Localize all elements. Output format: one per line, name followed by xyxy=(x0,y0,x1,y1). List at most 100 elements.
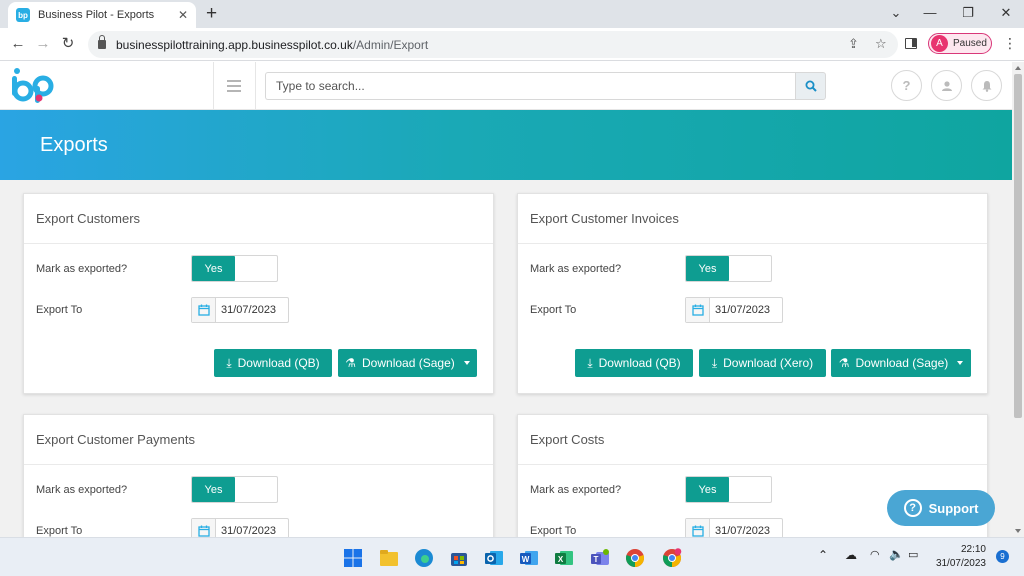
profile-button[interactable]: A Paused xyxy=(928,33,992,54)
calendar-icon[interactable] xyxy=(686,298,710,322)
button-label: Download (Xero) xyxy=(723,356,814,370)
scrollbar-thumb[interactable] xyxy=(1014,74,1022,418)
excel-icon[interactable]: X xyxy=(554,548,574,568)
menu-toggle-icon[interactable] xyxy=(227,80,241,92)
clock-date[interactable]: 31/07/2023 xyxy=(926,558,986,569)
export-customer-invoices-panel: Export Customer Invoices Mark as exporte… xyxy=(517,193,988,394)
mark-exported-label: Mark as exported? xyxy=(36,484,128,496)
export-to-label: Export To xyxy=(530,525,577,537)
calendar-icon[interactable] xyxy=(686,519,710,537)
store-icon[interactable] xyxy=(449,548,469,568)
browser-tab[interactable]: bp Business Pilot - Exports ✕ xyxy=(8,2,196,28)
clock-time[interactable]: 22:10 xyxy=(936,544,986,555)
mark-exported-toggle[interactable]: Yes xyxy=(685,476,772,503)
svg-text:T: T xyxy=(594,555,599,564)
notification-badge[interactable]: 9 xyxy=(996,550,1009,563)
address-bar[interactable]: businesspilottraining.app.businesspilot.… xyxy=(88,31,898,58)
file-explorer-icon[interactable] xyxy=(379,548,399,568)
export-customers-panel: Export Customers Mark as exported? Yes E… xyxy=(23,193,494,394)
calendar-icon[interactable] xyxy=(192,298,216,322)
page-scrollbar[interactable] xyxy=(1012,62,1024,537)
bookmark-star-icon[interactable]: ☆ xyxy=(875,36,887,52)
user-button[interactable] xyxy=(931,70,962,101)
header-divider xyxy=(255,62,256,110)
download-xero-button[interactable]: ⤓ Download (Xero) xyxy=(699,349,826,377)
close-tab-icon[interactable]: ✕ xyxy=(178,8,188,22)
url-path: /Admin/Export xyxy=(352,37,429,52)
download-qb-button[interactable]: ⤓ Download (QB) xyxy=(214,349,332,377)
mark-exported-toggle[interactable]: Yes xyxy=(191,255,278,282)
export-to-date-field[interactable]: 31/07/2023 xyxy=(191,518,289,537)
main-content: Export Customers Mark as exported? Yes E… xyxy=(0,180,1012,537)
button-label: Download (Sage) xyxy=(362,356,455,370)
forward-button[interactable]: → xyxy=(33,34,53,54)
svg-text:W: W xyxy=(522,555,530,564)
minimize-button[interactable]: — xyxy=(918,3,942,23)
tab-search-chevron-icon[interactable]: ⌄ xyxy=(884,3,908,23)
url-host: businesspilottraining.app.businesspilot.… xyxy=(116,37,353,52)
notifications-button[interactable] xyxy=(971,70,1002,101)
restore-button[interactable]: ❐ xyxy=(956,3,980,23)
new-tab-button[interactable]: + xyxy=(206,3,217,25)
caret-down-icon xyxy=(463,361,470,365)
tray-overflow-chevron-icon[interactable]: ⌃ xyxy=(818,548,828,562)
battery-icon[interactable]: ▭ xyxy=(908,548,918,561)
mark-exported-label: Mark as exported? xyxy=(530,484,622,496)
download-sage-button[interactable]: ⚗ Download (Sage) xyxy=(338,349,477,377)
help-button[interactable]: ? xyxy=(891,70,922,101)
share-icon[interactable]: ⇪ xyxy=(848,36,859,52)
caret-down-icon xyxy=(957,361,964,365)
bell-icon xyxy=(982,80,991,92)
scroll-up-arrow-icon[interactable] xyxy=(1015,66,1021,70)
search-icon xyxy=(805,80,817,92)
date-value: 31/07/2023 xyxy=(221,304,277,316)
button-label: Download (QB) xyxy=(237,356,320,370)
support-button[interactable]: ? Support xyxy=(887,490,995,526)
edge-icon[interactable] xyxy=(414,548,434,568)
download-qb-button[interactable]: ⤓ Download (QB) xyxy=(575,349,693,377)
search-button[interactable] xyxy=(795,72,826,100)
word-icon[interactable]: W xyxy=(519,548,539,568)
mark-exported-label: Mark as exported? xyxy=(530,263,622,275)
reload-button[interactable]: ↻ xyxy=(58,34,78,54)
scroll-down-arrow-icon[interactable] xyxy=(1015,529,1021,533)
panel-title: Export Customers xyxy=(36,211,141,226)
windows-taskbar: W X T ⌃ ☁ ◠ 🔈 ▭ 22:10 31/07/2023 xyxy=(0,537,1024,576)
mark-exported-toggle[interactable]: Yes xyxy=(191,476,278,503)
date-value: 31/07/2023 xyxy=(715,304,771,316)
app-header: ? xyxy=(0,62,1012,110)
teams-icon[interactable]: T xyxy=(590,548,610,568)
export-to-label: Export To xyxy=(530,304,577,316)
wifi-icon[interactable]: ◠ xyxy=(870,548,880,561)
browser-toolbar: ← → ↻ businesspilottraining.app.business… xyxy=(0,28,1024,61)
flask-icon: ⚗ xyxy=(838,356,850,370)
date-value: 31/07/2023 xyxy=(221,525,277,537)
business-pilot-logo[interactable] xyxy=(10,68,56,104)
back-button[interactable]: ← xyxy=(8,34,28,54)
export-to-date-field[interactable]: 31/07/2023 xyxy=(685,518,783,537)
button-label: Download (QB) xyxy=(598,356,681,370)
chrome-profile-icon[interactable] xyxy=(662,548,682,568)
lock-icon[interactable] xyxy=(98,35,106,49)
windows-start-icon[interactable] xyxy=(343,548,363,568)
volume-icon[interactable]: 🔈 xyxy=(889,547,904,561)
browser-tabstrip: bp Business Pilot - Exports ✕ + ⌄ — ❐ ✕ xyxy=(0,0,1024,28)
toggle-yes: Yes xyxy=(192,477,235,502)
onedrive-icon[interactable]: ☁ xyxy=(845,548,857,562)
page-banner: Exports xyxy=(0,110,1012,180)
close-window-button[interactable]: ✕ xyxy=(994,3,1018,23)
button-label: Download (Sage) xyxy=(855,356,949,370)
chrome-icon[interactable] xyxy=(625,548,645,568)
export-to-date-field[interactable]: 31/07/2023 xyxy=(191,297,289,323)
avatar: A xyxy=(931,35,948,52)
export-to-date-field[interactable]: 31/07/2023 xyxy=(685,297,783,323)
calendar-icon[interactable] xyxy=(192,519,216,537)
side-panel-icon[interactable] xyxy=(905,38,917,49)
download-sage-button[interactable]: ⚗ Download (Sage) xyxy=(831,349,971,377)
help-icon: ? xyxy=(903,499,922,517)
mark-exported-label: Mark as exported? xyxy=(36,263,128,275)
browser-menu-icon[interactable]: ⋮ xyxy=(1003,35,1017,52)
mark-exported-toggle[interactable]: Yes xyxy=(685,255,772,282)
search-input[interactable] xyxy=(265,72,795,100)
outlook-icon[interactable] xyxy=(484,548,504,568)
